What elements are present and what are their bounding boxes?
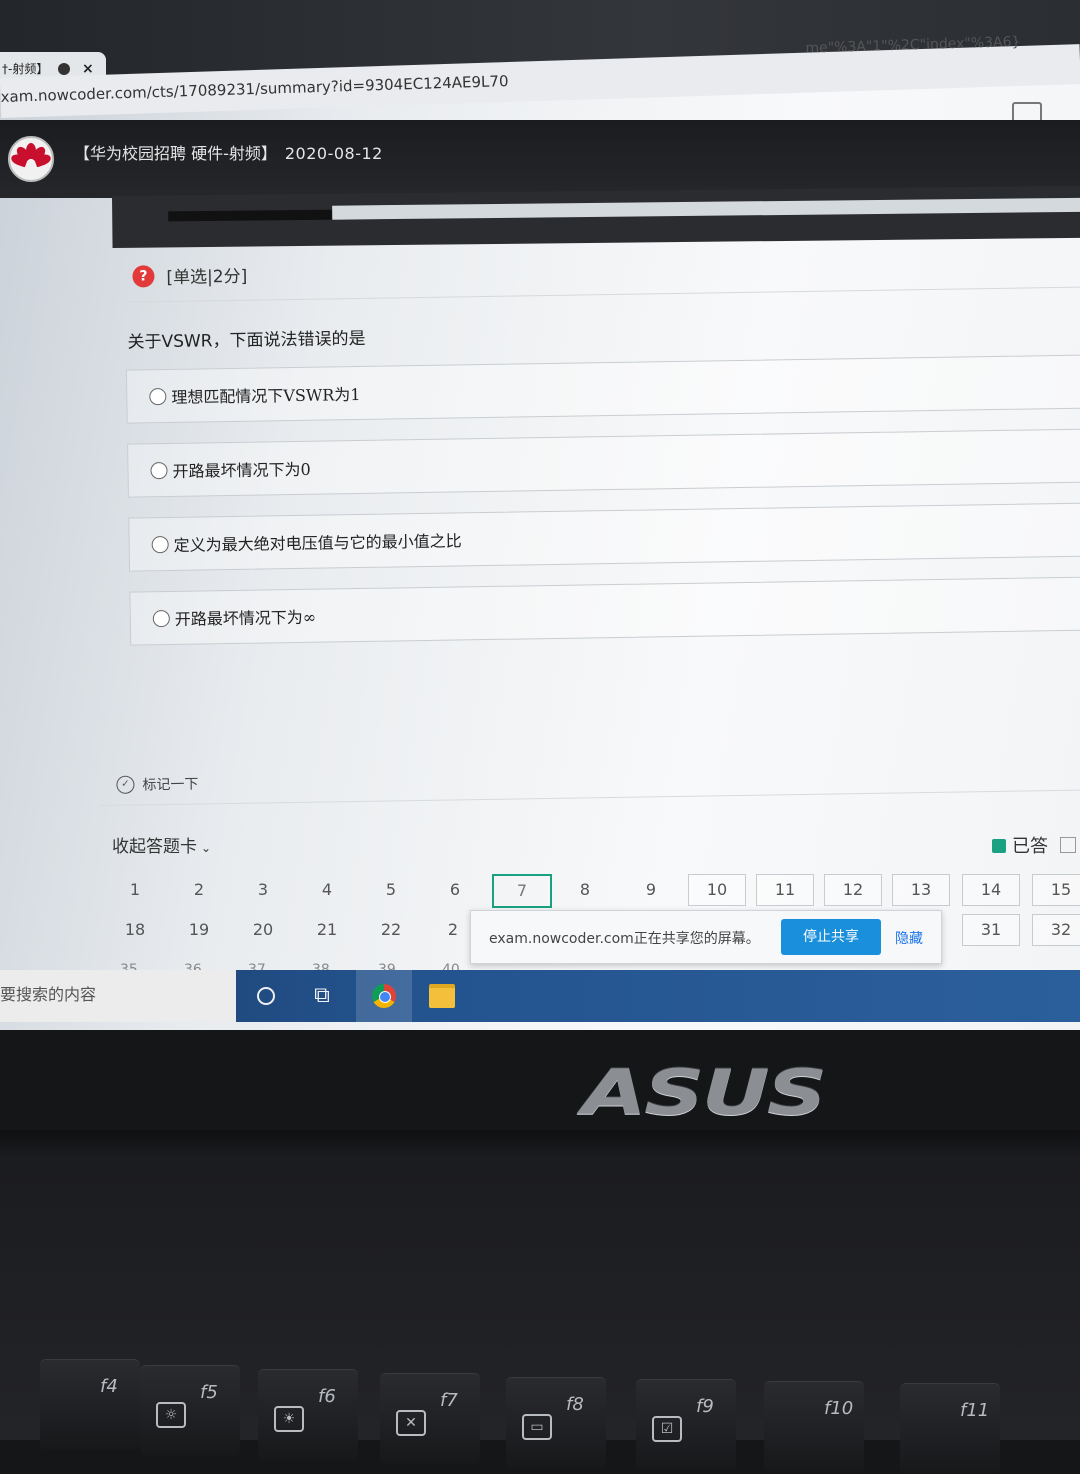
answer-legend: 已答 <box>992 832 1076 858</box>
chrome-icon[interactable] <box>356 970 412 1022</box>
question-number-cell[interactable]: 12 <box>824 874 882 906</box>
key-label: f5 <box>200 1382 218 1403</box>
question-number-cell[interactable]: 1 <box>106 874 164 906</box>
unanswered-swatch <box>1060 837 1076 853</box>
question-text: 关于VSWR，下面说法错误的是 <box>127 328 366 353</box>
collapse-label: 收起答题卡 <box>112 837 197 857</box>
key-label: f11 <box>960 1400 990 1421</box>
hide-link[interactable]: 隐藏 <box>895 928 923 948</box>
progress-fill <box>168 209 339 222</box>
f6-key[interactable]: f6 ☀ <box>258 1370 358 1460</box>
chevron-down-icon: ⌄ <box>201 841 212 855</box>
question-number-cell[interactable]: 4 <box>298 874 356 906</box>
question-number-cell[interactable]: 22 <box>362 914 420 946</box>
progress-track <box>332 197 1080 220</box>
f9-key[interactable]: f9 ☑ <box>636 1380 736 1470</box>
option-b[interactable]: 开路最坏情况下为0 <box>127 428 1080 498</box>
key-label: f8 <box>566 1394 584 1415</box>
f11-key[interactable]: f11 <box>900 1384 1000 1474</box>
question-number-cell[interactable]: 21 <box>298 914 356 946</box>
radio-icon[interactable] <box>149 388 167 406</box>
mark-label[interactable]: 标记一下 <box>142 774 198 795</box>
question-number-cell[interactable]: 31 <box>962 914 1020 946</box>
question-number-cell[interactable]: 15 <box>1032 874 1080 906</box>
radio-icon[interactable] <box>150 462 168 480</box>
question-number-cell[interactable]: 18 <box>106 914 164 946</box>
question-number-cell[interactable]: 6 <box>426 874 484 906</box>
question-number-cell[interactable]: 5 <box>362 874 420 906</box>
option-label: 理想匹配情况下VSWR为1 <box>171 384 361 407</box>
touchpad-icon: ☑ <box>652 1416 682 1442</box>
exam-date: 2020-08-12 <box>284 144 383 163</box>
huawei-logo <box>8 136 54 182</box>
answer-grid-row: 1 2 3 4 5 6 7 8 9 10 11 12 13 14 15 <box>106 874 1080 908</box>
option-d[interactable]: 开路最坏情况下为∞ <box>129 576 1080 646</box>
url-text[interactable]: xam.nowcoder.com/cts/17089231/summary?id… <box>0 72 508 106</box>
cortana-icon[interactable] <box>238 970 294 1022</box>
question-number-cell[interactable]: 2 <box>170 874 228 906</box>
question-number-cell[interactable]: 10 <box>688 874 746 906</box>
windows-taskbar: 要搜索的内容 ⧉ <box>0 970 1080 1022</box>
question-number-cell[interactable]: 14 <box>962 874 1020 906</box>
laptop-screen: †-射频】 × xam.nowcoder.com/cts/17089231/su… <box>0 0 1080 1030</box>
taskbar-search-box[interactable]: 要搜索的内容 <box>0 970 236 1022</box>
question-number-cell[interactable]: 32 <box>1032 914 1080 946</box>
key-label: f9 <box>696 1396 714 1417</box>
option-label: 开路最坏情况下为0 <box>172 459 311 481</box>
share-message: exam.nowcoder.com正在共享您的屏幕。 <box>489 931 760 947</box>
f5-key[interactable]: f5 ☼ <box>140 1366 240 1456</box>
question-number-cell[interactable]: 8 <box>556 874 614 906</box>
key-label: f7 <box>440 1390 458 1411</box>
question-number-cell[interactable]: 11 <box>756 874 814 906</box>
stop-sharing-button[interactable]: 停止共享 <box>781 919 881 955</box>
brightness-up-icon: ☀ <box>274 1406 304 1432</box>
brightness-down-icon: ☼ <box>156 1402 186 1428</box>
key-label: f10 <box>824 1398 854 1419</box>
option-label: 定义为最大绝对电压值与它的最小值之比 <box>173 531 462 555</box>
divider <box>124 286 1080 303</box>
radio-icon[interactable] <box>151 536 169 554</box>
option-label: 开路最坏情况下为∞ <box>174 607 317 629</box>
answered-swatch <box>992 839 1006 853</box>
legend-answered-label: 已答 <box>1012 836 1048 857</box>
keyboard: f4 f5 ☼ f6 ☀ f7 ✕ f8 ▭ f9 ☑ f10 f11 <box>0 1160 1080 1474</box>
f4-key[interactable]: f4 <box>40 1360 140 1450</box>
question-number-cell[interactable]: 20 <box>234 914 292 946</box>
recording-dot-icon <box>58 63 70 75</box>
laptop-hinge <box>0 1130 1080 1160</box>
collapse-answer-card-button[interactable]: 收起答题卡 ⌄ <box>112 832 211 857</box>
key-label: f6 <box>318 1386 336 1407</box>
mark-check-icon[interactable]: ✓ <box>116 775 135 794</box>
option-a[interactable]: 理想匹配情况下VSWR为1 <box>125 354 1080 424</box>
task-view-icon[interactable]: ⧉ <box>294 970 350 1022</box>
file-explorer-icon[interactable] <box>414 970 470 1022</box>
f7-key[interactable]: f7 ✕ <box>380 1374 480 1464</box>
f10-key[interactable]: f10 <box>764 1382 864 1472</box>
question-number-cell[interactable]: 19 <box>170 914 228 946</box>
question-number-cell[interactable]: 13 <box>892 874 950 906</box>
option-c[interactable]: 定义为最大绝对电压值与它的最小值之比 <box>128 502 1080 572</box>
question-icon: ? <box>132 265 155 288</box>
question-number-cell[interactable]: 3 <box>234 874 292 906</box>
exam-title: 【华为校园招聘 硬件-射频】 2020-08-12 <box>74 140 383 164</box>
display-off-icon: ✕ <box>396 1410 426 1436</box>
radio-icon[interactable] <box>152 610 170 628</box>
exam-title-prefix: 【华为校园招聘 硬件-射频】 <box>74 144 277 163</box>
display-switch-icon: ▭ <box>522 1414 552 1440</box>
f8-key[interactable]: f8 ▭ <box>506 1378 606 1468</box>
screen-share-bar: exam.nowcoder.com正在共享您的屏幕。 停止共享 隐藏 <box>470 910 942 964</box>
question-type: [单选|2分] <box>166 266 248 289</box>
question-number-cell[interactable]: 9 <box>622 874 680 906</box>
asus-logo: ASUS <box>582 1056 827 1129</box>
question-number-cell-current[interactable]: 7 <box>492 874 552 908</box>
key-label: f4 <box>100 1376 118 1397</box>
